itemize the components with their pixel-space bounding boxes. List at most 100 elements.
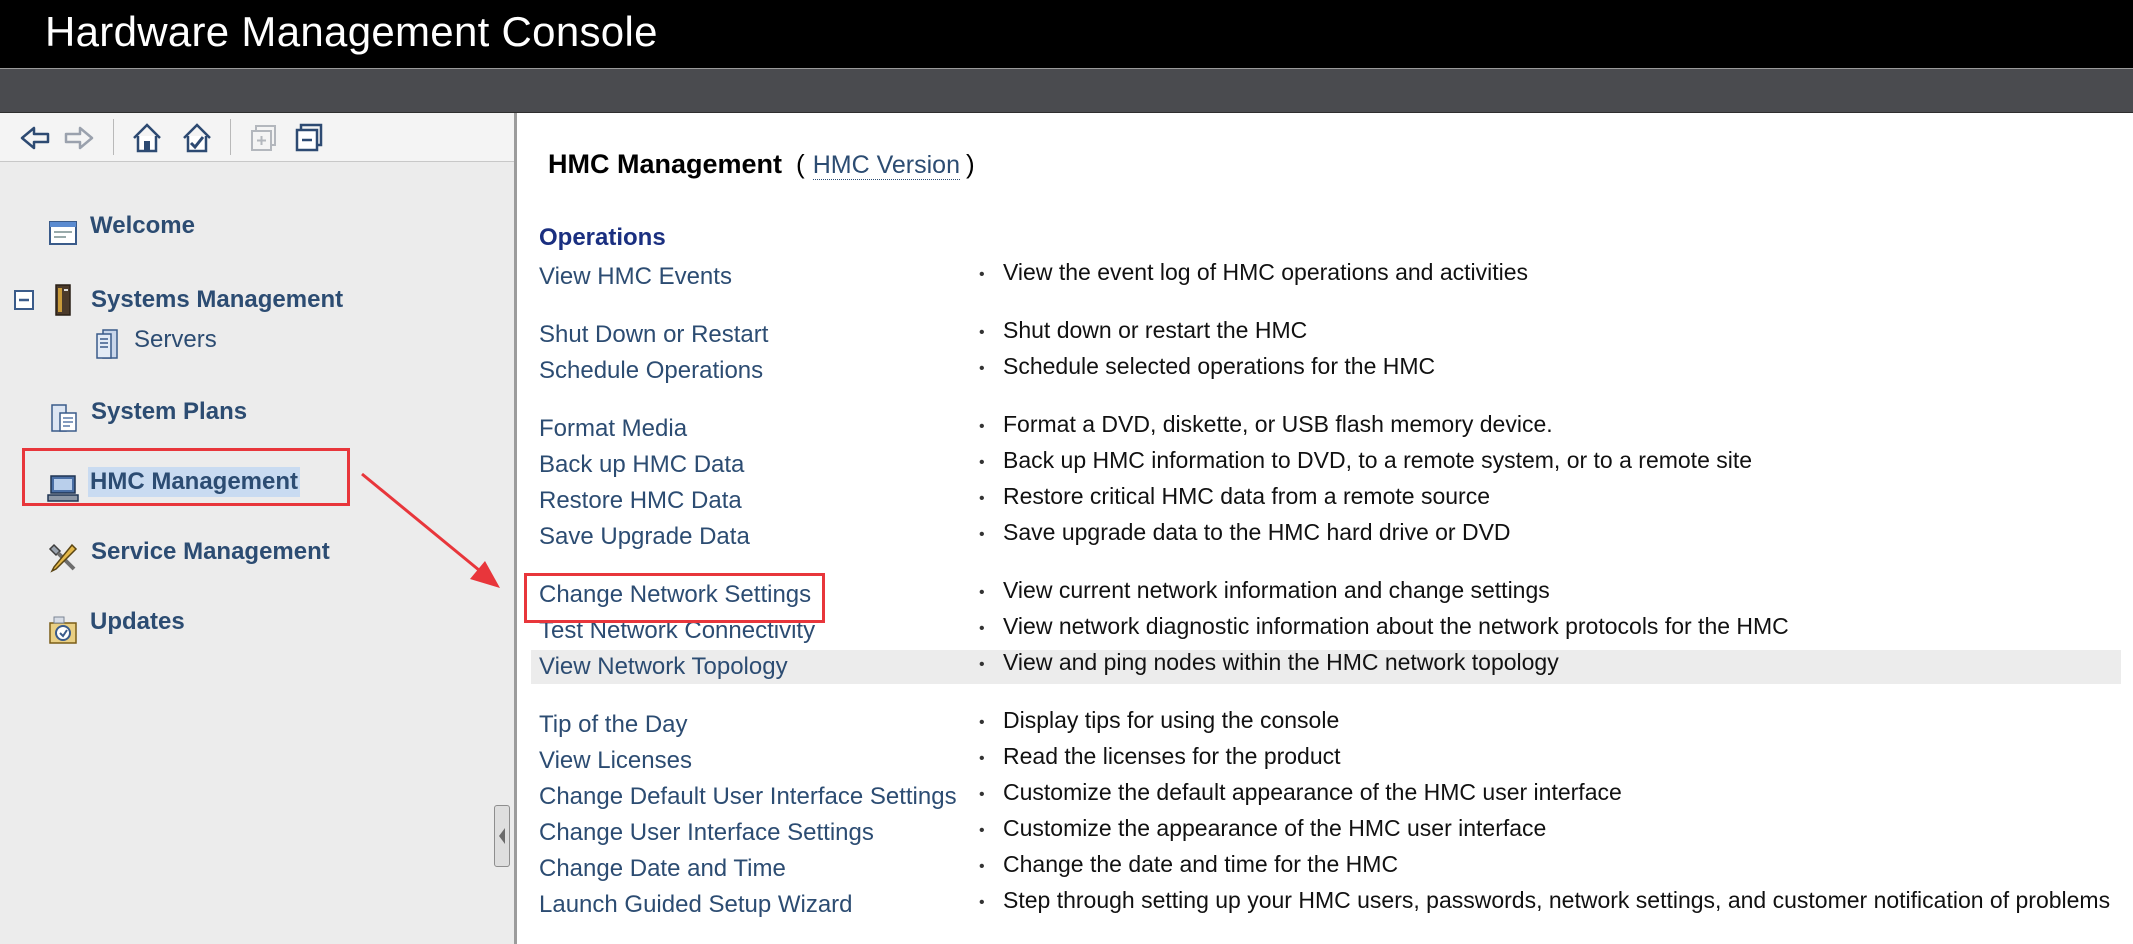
annotation-highlight-box (22, 448, 350, 506)
nav-item-welcome[interactable]: Welcome (0, 207, 300, 253)
operation-link[interactable]: Change Default User Interface Settings (539, 782, 957, 812)
title-bar: Hardware Management Console (0, 0, 2133, 69)
operation-row: Back up HMC Data • Back up HMC information… (531, 447, 2121, 482)
nav-item-label: Service Management (91, 538, 330, 565)
operation-link[interactable]: View HMC Events (539, 262, 732, 292)
bullet-icon: • (979, 584, 985, 601)
operation-row: View Network Topology • View and ping node… (531, 649, 2121, 684)
operation-description: Change the date and time for the HMC (1003, 851, 1399, 877)
operation-link[interactable]: View Licenses (539, 746, 692, 776)
operation-row: View Licenses • Read the licenses for the … (531, 743, 2121, 778)
toolbar-separator (113, 119, 114, 155)
operation-link[interactable]: Restore HMC Data (539, 486, 742, 516)
bullet-icon: • (979, 786, 985, 803)
nav-toolbar (0, 113, 514, 162)
annotation-highlight-box (524, 573, 825, 623)
bullet-icon: • (979, 714, 985, 731)
nav-item-label: Updates (90, 608, 185, 635)
operation-description: Shut down or restart the HMC (1003, 317, 1308, 343)
hmc-version-link[interactable]: HMC Version (812, 151, 960, 180)
navigation-pane: Welcome Systems Management Servers Syste… (0, 113, 514, 944)
operation-description: Format a DVD, diskette, or USB flash mem… (1003, 411, 1553, 437)
collapse-panel-handle[interactable] (494, 805, 510, 867)
operation-row: Format Media • Format a DVD, diskette, or … (531, 411, 2121, 446)
updates-icon (46, 613, 80, 647)
operation-description: Read the licenses for the product (1003, 743, 1341, 769)
operation-link[interactable]: Launch Guided Setup Wizard (539, 890, 853, 920)
operation-row: Schedule Operations • Schedule selected op… (531, 353, 2121, 388)
operation-link[interactable]: Tip of the Day (539, 710, 688, 740)
server-rack-icon (46, 283, 80, 317)
bullet-icon: • (979, 454, 985, 471)
operation-row: View HMC Events • View the event log of HM… (531, 259, 2121, 294)
nav-item-updates[interactable]: Updates (0, 603, 260, 649)
nav-item-label: Servers (134, 326, 217, 353)
bullet-icon: • (979, 858, 985, 875)
operation-row: Shut Down or Restart • Shut down or restar… (531, 317, 2121, 352)
operation-description: Schedule selected operations for the HMC (1003, 353, 1436, 379)
bullet-icon: • (979, 620, 985, 637)
bullet-icon: • (979, 418, 985, 435)
main-content: HMC Management (HMC Version) Operations V… (514, 113, 2133, 944)
home-icon[interactable] (130, 121, 164, 155)
servers-icon (91, 327, 125, 361)
service-tools-icon (46, 541, 80, 575)
bullet-icon: • (979, 656, 985, 673)
operation-link[interactable]: Save Upgrade Data (539, 522, 750, 552)
operation-description: View network diagnostic information abou… (1003, 613, 1789, 639)
back-arrow-icon[interactable] (18, 121, 52, 155)
operation-description: View the event log of HMC operations and… (1003, 259, 1529, 285)
bullet-icon: • (979, 324, 985, 341)
bullet-icon: • (979, 526, 985, 543)
operation-row: Tip of the Day • Display tips for using th… (531, 707, 2121, 742)
operation-link[interactable]: Shut Down or Restart (539, 320, 768, 350)
bullet-icon: • (979, 822, 985, 839)
operation-description: View current network information and cha… (1003, 577, 1550, 603)
section-heading-operations: Operations (539, 224, 666, 251)
operation-description: Restore critical HMC data from a remote … (1003, 483, 1490, 509)
operation-link[interactable]: Format Media (539, 414, 687, 444)
nav-item-label: Welcome (90, 212, 195, 239)
bullet-icon: • (979, 750, 985, 767)
operation-description: Customize the appearance of the HMC user… (1003, 815, 1547, 841)
operation-row: Change User Interface Settings • Customize… (531, 815, 2121, 850)
operation-description: Display tips for using the console (1003, 707, 1340, 733)
operation-description: Customize the default appearance of the … (1003, 779, 1622, 805)
operation-description: Save upgrade data to the HMC hard drive … (1003, 519, 1511, 545)
nav-item-label: Systems Management (91, 286, 344, 313)
operation-row: Change Date and Time • Change the date and… (531, 851, 2121, 886)
operation-link[interactable]: Change User Interface Settings (539, 818, 874, 848)
expand-all-icon[interactable] (247, 121, 281, 155)
close-paren: ) (965, 149, 975, 179)
operation-link[interactable]: View Network Topology (539, 652, 788, 682)
bullet-icon: • (979, 490, 985, 507)
app-title: Hardware Management Console (45, 8, 658, 55)
collapse-all-icon[interactable] (292, 121, 326, 155)
page-title: HMC Management (HMC Version) (548, 147, 975, 182)
operation-row: Restore HMC Data • Restore critical HMC da… (531, 483, 2121, 518)
toolbar-separator (230, 119, 231, 155)
menu-bar (0, 69, 2133, 113)
nav-item-label: System Plans (91, 398, 248, 425)
operation-link[interactable]: Back up HMC Data (539, 450, 744, 480)
forward-arrow-icon[interactable] (62, 121, 96, 155)
nav-item-service-management[interactable]: Service Management (0, 533, 360, 579)
bullet-icon: • (979, 894, 985, 911)
welcome-window-icon (46, 215, 80, 249)
bullet-icon: • (979, 266, 985, 283)
operation-link[interactable]: Schedule Operations (539, 356, 763, 386)
operation-row: Change Default User Interface Settings • C… (531, 779, 2121, 814)
open-paren: ( (796, 149, 805, 179)
operation-description: View and ping nodes within the HMC netwo… (1003, 649, 1559, 675)
nav-item-system-plans[interactable]: System Plans (0, 393, 300, 439)
operation-description: Back up HMC information to DVD, to a rem… (1003, 447, 1753, 473)
operation-link[interactable]: Change Date and Time (539, 854, 786, 884)
bullet-icon: • (979, 360, 985, 377)
nav-item-servers[interactable]: Servers (0, 321, 240, 367)
operation-row: Launch Guided Setup Wizard • Step through … (531, 887, 2121, 922)
operation-row: Save Upgrade Data • Save upgrade data to t… (531, 519, 2121, 554)
operation-description: Step through setting up your HMC users, … (1003, 887, 2111, 913)
page-title-text: HMC Management (548, 149, 783, 179)
collapse-tree-icon[interactable] (14, 290, 34, 310)
favorites-icon[interactable] (180, 121, 214, 155)
